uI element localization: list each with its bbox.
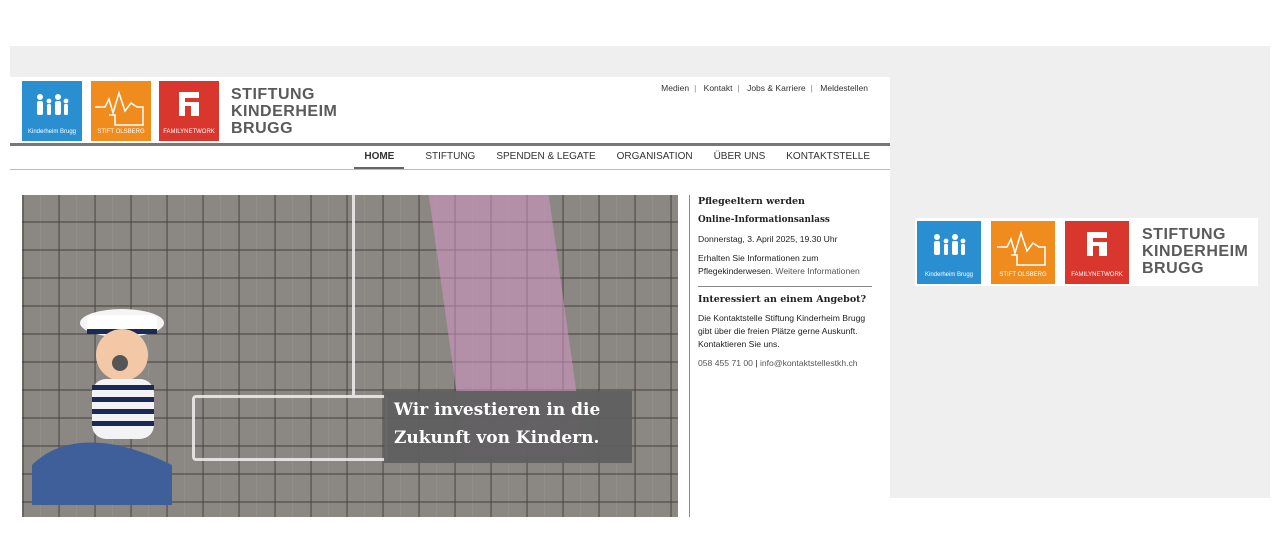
skyline-icon	[95, 90, 144, 126]
stift-olsberg-logo[interactable]: STIFT OLSBERG	[91, 81, 151, 141]
brand-title[interactable]: STIFTUNG KINDERHEIM BRUGG	[1142, 226, 1248, 277]
email-link[interactable]: info@kontaktstellestkh.ch	[760, 358, 858, 368]
kinderheim-brugg-logo[interactable]: Kinderheim Brugg	[22, 81, 82, 141]
main-navigation: HOME STIFTUNG SPENDEN & LEGATE ORGANISAT…	[354, 151, 870, 169]
hero-image: Wir investieren in die Zukunft von Kinde…	[22, 195, 678, 517]
vertical-divider	[689, 195, 690, 517]
header-rule	[10, 143, 890, 146]
sidebar-heading: Pflegeeltern werden	[698, 196, 805, 207]
skyline-icon	[997, 230, 1046, 266]
hero-caption: Wir investieren in die Zukunft von Kinde…	[384, 391, 632, 463]
family-network-logo[interactable]: FAMILYNETWORK	[1065, 221, 1129, 284]
brand-line: KINDERHEIM	[231, 103, 338, 120]
separator: |	[694, 83, 697, 93]
offer-text: Die Kontaktstelle Stiftung Kinderheim Br…	[698, 313, 866, 349]
child-illustration	[32, 309, 172, 505]
kinderheim-brugg-logo[interactable]: Kinderheim Brugg	[917, 221, 981, 284]
hero-caption-line: Wir investieren in die	[394, 400, 601, 420]
logo-caption: Kinderheim Brugg	[27, 129, 77, 135]
nav-spenden[interactable]: SPENDEN & LEGATE	[496, 151, 595, 162]
nav-stiftung[interactable]: STIFTUNG	[425, 151, 475, 162]
hero-caption-line: Zukunft von Kindern.	[394, 428, 600, 448]
brand-line: STIFTUNG	[231, 86, 315, 103]
nav-ueber-uns[interactable]: ÜBER UNS	[714, 151, 766, 162]
logo-caption: FAMILYNETWORK	[163, 129, 215, 135]
topnav-item-meldestellen[interactable]: Meldestellen	[820, 83, 868, 93]
phone-number[interactable]: 058 455 71 00	[698, 358, 753, 368]
contact-line: 058 455 71 00 | info@kontaktstellestkh.c…	[698, 358, 858, 368]
topnav-item-kontakt[interactable]: Kontakt	[704, 83, 733, 93]
separator: |	[737, 83, 740, 93]
brand-line: BRUGG	[1142, 260, 1205, 277]
sidebar: Pflegeeltern werden Online-Informationsa…	[698, 195, 876, 370]
chalk-mast	[352, 195, 355, 395]
separator: |	[810, 83, 813, 93]
brand-line: BRUGG	[231, 120, 294, 137]
nav-home[interactable]: HOME	[354, 151, 405, 169]
f-logo-icon	[1087, 232, 1107, 256]
logo-caption: FAMILYNETWORK	[1071, 272, 1123, 278]
event-info: Erhalten Sie Informationen zum Pflegekin…	[698, 252, 876, 278]
more-info-link[interactable]: Weitere Informationen	[775, 266, 859, 276]
family-network-logo[interactable]: FAMILYNETWORK	[159, 81, 219, 141]
logo-banner: Kinderheim Brugg STIFT OLSBERG FAMILYNET…	[915, 218, 1258, 286]
sidebar-subheading: Online-Informationsanlass	[698, 215, 830, 225]
nav-organisation[interactable]: ORGANISATION	[617, 151, 693, 162]
logo-caption: STIFT OLSBERG	[999, 272, 1047, 278]
event-date: Donnerstag, 3. April 2025, 19.30 Uhr	[698, 234, 838, 244]
topnav-item-medien[interactable]: Medien	[661, 83, 689, 93]
nav-kontaktstelle[interactable]: KONTAKTSTELLE	[786, 151, 870, 162]
website: Kinderheim Brugg STIFT OLSBERG FAMILYNET…	[10, 77, 890, 544]
family-icon	[37, 94, 69, 115]
brand-title[interactable]: STIFTUNG KINDERHEIM BRUGG	[231, 86, 337, 137]
f-logo-icon	[179, 92, 199, 116]
offer-heading: Interessiert an einem Angebot?	[698, 294, 867, 305]
brand-line: STIFTUNG	[1142, 226, 1226, 243]
logo-caption: STIFT OLSBERG	[97, 129, 145, 135]
top-navigation: Medien | Kontakt | Jobs & Karriere | Meldes…	[661, 83, 868, 93]
logo-caption: Kinderheim Brugg	[924, 272, 974, 278]
brand-line: KINDERHEIM	[1142, 243, 1249, 260]
family-icon	[934, 234, 966, 255]
topnav-item-jobs[interactable]: Jobs & Karriere	[747, 83, 806, 93]
nav-rule	[10, 169, 890, 170]
stift-olsberg-logo[interactable]: STIFT OLSBERG	[991, 221, 1055, 284]
sidebar-divider	[698, 286, 872, 287]
